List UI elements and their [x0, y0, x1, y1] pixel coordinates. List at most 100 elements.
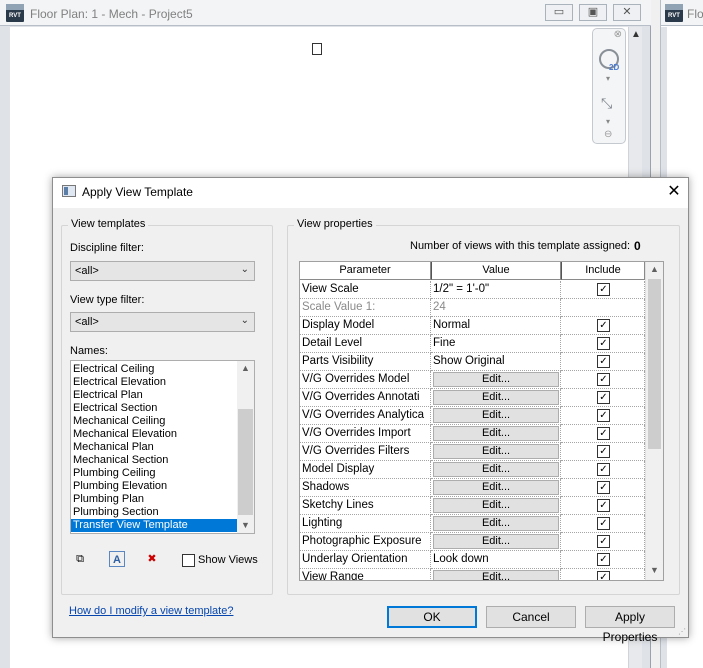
include-checkbox[interactable]: ✓ — [597, 553, 610, 566]
include-checkbox[interactable]: ✓ — [597, 571, 610, 580]
value-cell[interactable]: Fine — [431, 335, 561, 353]
discipline-filter-select[interactable]: <all> ⌄ — [70, 261, 255, 281]
edit-button[interactable]: Edit... — [433, 498, 559, 513]
value-cell[interactable]: 1/2" = 1'-0" — [431, 281, 561, 299]
table-row[interactable]: Display Model Normal ✓ — [300, 317, 645, 335]
value-cell[interactable]: Edit... — [431, 407, 561, 425]
list-item[interactable]: Electrical Section — [71, 402, 237, 415]
table-row[interactable]: Photographic Exposure Edit... ✓ — [300, 533, 645, 551]
edit-button[interactable]: Edit... — [433, 534, 559, 549]
names-scrollbar[interactable]: ▲ ▼ — [237, 361, 254, 533]
chevron-down-icon[interactable]: ▾ — [606, 117, 610, 126]
value-cell[interactable]: Edit... — [431, 479, 561, 497]
close-window-button[interactable]: ✕ — [613, 4, 641, 21]
value-cell[interactable]: Edit... — [431, 497, 561, 515]
apply-properties-button[interactable]: Apply Properties — [585, 606, 675, 644]
value-cell[interactable]: Edit... — [431, 569, 561, 580]
scroll-up-icon[interactable]: ▲ — [241, 363, 250, 373]
include-checkbox[interactable]: ✓ — [597, 445, 610, 458]
scroll-down-icon[interactable]: ▼ — [241, 520, 250, 530]
minimize-button[interactable]: ▭ — [545, 4, 573, 21]
list-item[interactable]: Mechanical Section — [71, 454, 237, 467]
edit-button[interactable]: Edit... — [433, 426, 559, 441]
zoom-icon[interactable]: ⤡ — [601, 95, 612, 112]
scrollbar-thumb[interactable] — [648, 279, 661, 449]
ok-button[interactable]: OK — [387, 606, 477, 628]
include-checkbox[interactable]: ✓ — [597, 427, 610, 440]
show-views-checkbox[interactable] — [182, 554, 195, 567]
value-cell[interactable]: Edit... — [431, 371, 561, 389]
table-row[interactable]: Parts Visibility Show Original ✓ — [300, 353, 645, 371]
restore-button[interactable]: ▣ — [579, 4, 607, 21]
value-cell[interactable]: Show Original — [431, 353, 561, 371]
list-item[interactable]: Plumbing Section — [71, 506, 237, 519]
value-cell[interactable]: Look down — [431, 551, 561, 569]
delete-icon[interactable]: ✖ — [144, 551, 160, 567]
value-cell[interactable]: Edit... — [431, 425, 561, 443]
scrollbar-thumb[interactable] — [238, 409, 253, 515]
list-item[interactable]: Mechanical Elevation — [71, 428, 237, 441]
table-row[interactable]: V/G Overrides Import Edit... ✓ — [300, 425, 645, 443]
cancel-button[interactable]: Cancel — [486, 606, 576, 628]
list-item[interactable]: Plumbing Ceiling — [71, 467, 237, 480]
chevron-down-icon[interactable]: ▾ — [606, 74, 610, 83]
scroll-up-icon[interactable]: ▲ — [650, 264, 659, 274]
list-item[interactable]: Plumbing Elevation — [71, 480, 237, 493]
navbar-close-icon[interactable]: ⊗ — [614, 29, 622, 40]
include-checkbox[interactable]: ✓ — [597, 409, 610, 422]
value-cell[interactable]: Normal — [431, 317, 561, 335]
include-checkbox[interactable]: ✓ — [597, 337, 610, 350]
include-checkbox[interactable]: ✓ — [597, 535, 610, 548]
edit-button[interactable]: Edit... — [433, 408, 559, 423]
table-row[interactable]: Sketchy Lines Edit... ✓ — [300, 497, 645, 515]
list-item[interactable]: Plumbing Plan — [71, 493, 237, 506]
edit-button[interactable]: Edit... — [433, 372, 559, 387]
table-row[interactable]: View Range Edit... ✓ — [300, 569, 645, 580]
list-item[interactable]: Electrical Elevation — [71, 376, 237, 389]
table-row[interactable]: Shadows Edit... ✓ — [300, 479, 645, 497]
edit-button[interactable]: Edit... — [433, 570, 559, 580]
column-parameter[interactable]: Parameter — [300, 262, 431, 280]
value-cell[interactable]: Edit... — [431, 515, 561, 533]
edit-button[interactable]: Edit... — [433, 462, 559, 477]
rename-icon[interactable]: A — [109, 551, 125, 567]
table-row[interactable]: Scale Value 1: 24 — [300, 299, 645, 317]
floor-plan-titlebar[interactable]: RVT Floor Plan: 1 - Mech - Project5 ▭ ▣ … — [0, 0, 651, 26]
names-listbox[interactable]: Electrical Ceiling Electrical Elevation El… — [70, 360, 255, 534]
value-cell[interactable]: Edit... — [431, 443, 561, 461]
table-row[interactable]: Detail Level Fine ✓ — [300, 335, 645, 353]
list-item[interactable]: Mechanical Ceiling — [71, 415, 237, 428]
include-checkbox[interactable]: ✓ — [597, 499, 610, 512]
include-checkbox[interactable]: ✓ — [597, 373, 610, 386]
include-checkbox[interactable]: ✓ — [597, 391, 610, 404]
include-checkbox[interactable]: ✓ — [597, 517, 610, 530]
table-row[interactable]: Underlay Orientation Look down ✓ — [300, 551, 645, 569]
value-cell[interactable]: Edit... — [431, 461, 561, 479]
include-checkbox[interactable]: ✓ — [597, 355, 610, 368]
view-type-filter-select[interactable]: <all> ⌄ — [70, 312, 255, 332]
dialog-titlebar[interactable]: Apply View Template ✕ — [53, 178, 688, 208]
table-row[interactable]: V/G Overrides Analytica Edit... ✓ — [300, 407, 645, 425]
help-link[interactable]: How do I modify a view template? — [69, 605, 233, 617]
edit-button[interactable]: Edit... — [433, 480, 559, 495]
table-row[interactable]: V/G Overrides Annotati Edit... ✓ — [300, 389, 645, 407]
resize-grip-icon[interactable]: ⋰ — [678, 627, 686, 636]
duplicate-icon[interactable]: ⧉ — [72, 551, 88, 567]
edit-button[interactable]: Edit... — [433, 516, 559, 531]
include-checkbox[interactable]: ✓ — [597, 463, 610, 476]
table-row[interactable]: V/G Overrides Model Edit... ✓ — [300, 371, 645, 389]
include-checkbox[interactable]: ✓ — [597, 283, 610, 296]
navbar-collapse-icon[interactable]: ⊖ — [604, 129, 612, 140]
column-include[interactable]: Include — [561, 262, 645, 280]
include-checkbox[interactable]: ✓ — [597, 481, 610, 494]
edit-button[interactable]: Edit... — [433, 444, 559, 459]
value-cell[interactable]: Edit... — [431, 533, 561, 551]
list-item[interactable]: Mechanical Plan — [71, 441, 237, 454]
value-cell[interactable]: Edit... — [431, 389, 561, 407]
second-window-titlebar[interactable]: RVT Floo — [661, 0, 703, 26]
table-row[interactable]: V/G Overrides Filters Edit... ✓ — [300, 443, 645, 461]
column-value[interactable]: Value — [431, 262, 561, 280]
list-item[interactable]: Transfer View Template — [71, 519, 237, 532]
scroll-up-icon[interactable]: ▲ — [631, 29, 641, 40]
list-item[interactable]: Electrical Plan — [71, 389, 237, 402]
